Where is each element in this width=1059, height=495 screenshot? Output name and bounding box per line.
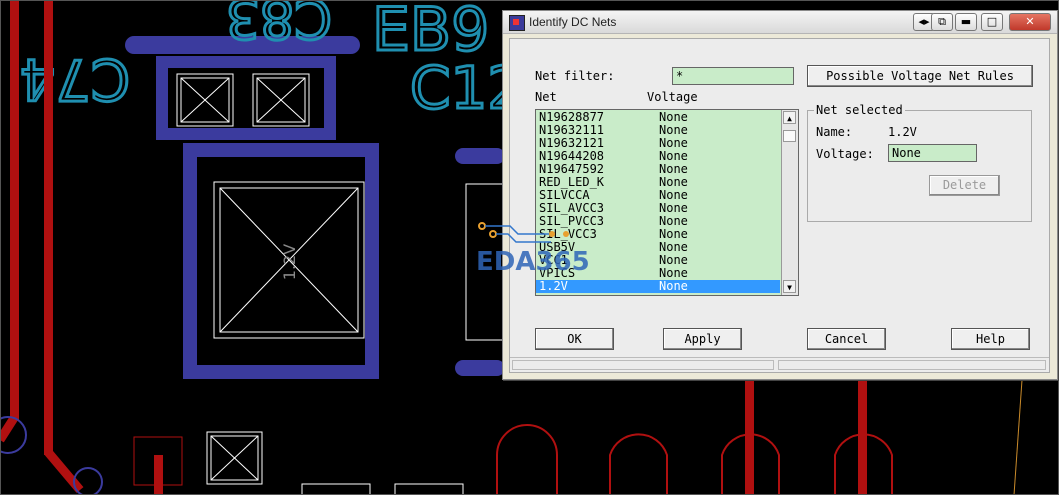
app-icon bbox=[509, 15, 525, 31]
possible-voltage-net-rules-button[interactable]: Possible Voltage Net Rules bbox=[807, 65, 1033, 87]
restore-icon[interactable]: ⧉ bbox=[931, 13, 953, 31]
identify-dc-nets-dialog: Identify DC Nets ◂▸ ⧉ ▬ □ ✕ Net filter: … bbox=[502, 10, 1058, 380]
component-pad bbox=[394, 483, 464, 495]
scroll-down-icon[interactable]: ▼ bbox=[783, 280, 796, 293]
maximize-icon[interactable]: □ bbox=[981, 13, 1003, 31]
net-filter-label: Net filter: bbox=[535, 69, 615, 83]
trace bbox=[858, 380, 867, 495]
name-value: 1.2V bbox=[888, 125, 917, 139]
net-filter-input[interactable]: * bbox=[672, 67, 794, 85]
minimize-icon[interactable]: ▬ bbox=[955, 13, 977, 31]
component-pad bbox=[301, 483, 371, 495]
dialog-title: Identify DC Nets bbox=[529, 15, 617, 29]
net-selected-group: Net selected Name: 1.2V Voltage: None De… bbox=[807, 103, 1032, 222]
help-button[interactable]: Help bbox=[951, 328, 1030, 350]
watermark-text: EDA365 bbox=[476, 247, 590, 277]
silkscreen-refdes-c83: C83 bbox=[226, 0, 332, 50]
status-cell bbox=[512, 360, 774, 370]
scroll-up-icon[interactable]: ▲ bbox=[783, 111, 796, 124]
scroll-thumb[interactable] bbox=[783, 130, 796, 142]
dialog-titlebar[interactable]: Identify DC Nets ◂▸ ⧉ ▬ □ ✕ bbox=[503, 11, 1057, 34]
pad-outline bbox=[609, 433, 668, 495]
trace bbox=[44, 0, 53, 455]
trace bbox=[154, 455, 163, 495]
dialog-statusbar bbox=[510, 357, 1049, 372]
trace bbox=[10, 0, 19, 420]
voltage-input[interactable]: None bbox=[888, 144, 977, 162]
pad-outline bbox=[455, 148, 505, 164]
net-voltage: None bbox=[659, 279, 688, 293]
silkscreen-refdes-c74: C74 bbox=[20, 46, 130, 111]
status-cell bbox=[778, 360, 1046, 370]
pad-outline bbox=[455, 360, 505, 376]
net-selected-title: Net selected bbox=[814, 103, 905, 117]
ok-button[interactable]: OK bbox=[535, 328, 614, 350]
net-list-scrollbar[interactable]: ▲ ▼ bbox=[781, 110, 798, 295]
delete-button[interactable]: Delete bbox=[929, 175, 1000, 196]
trace bbox=[0, 415, 18, 443]
dialog-body: Net filter: * Possible Voltage Net Rules… bbox=[509, 38, 1050, 373]
trace bbox=[745, 380, 754, 495]
list-header-voltage: Voltage bbox=[647, 90, 698, 104]
name-label: Name: bbox=[816, 125, 853, 139]
eda365-watermark: EDA365 bbox=[476, 222, 590, 277]
apply-button[interactable]: Apply bbox=[663, 328, 742, 350]
close-icon[interactable]: ✕ bbox=[1009, 13, 1051, 31]
silkscreen-label: 1.2V bbox=[280, 244, 299, 280]
list-header-net: Net bbox=[535, 90, 557, 104]
cancel-button[interactable]: Cancel bbox=[807, 328, 886, 350]
pad-outline bbox=[496, 424, 558, 495]
voltage-label: Voltage: bbox=[816, 147, 874, 161]
